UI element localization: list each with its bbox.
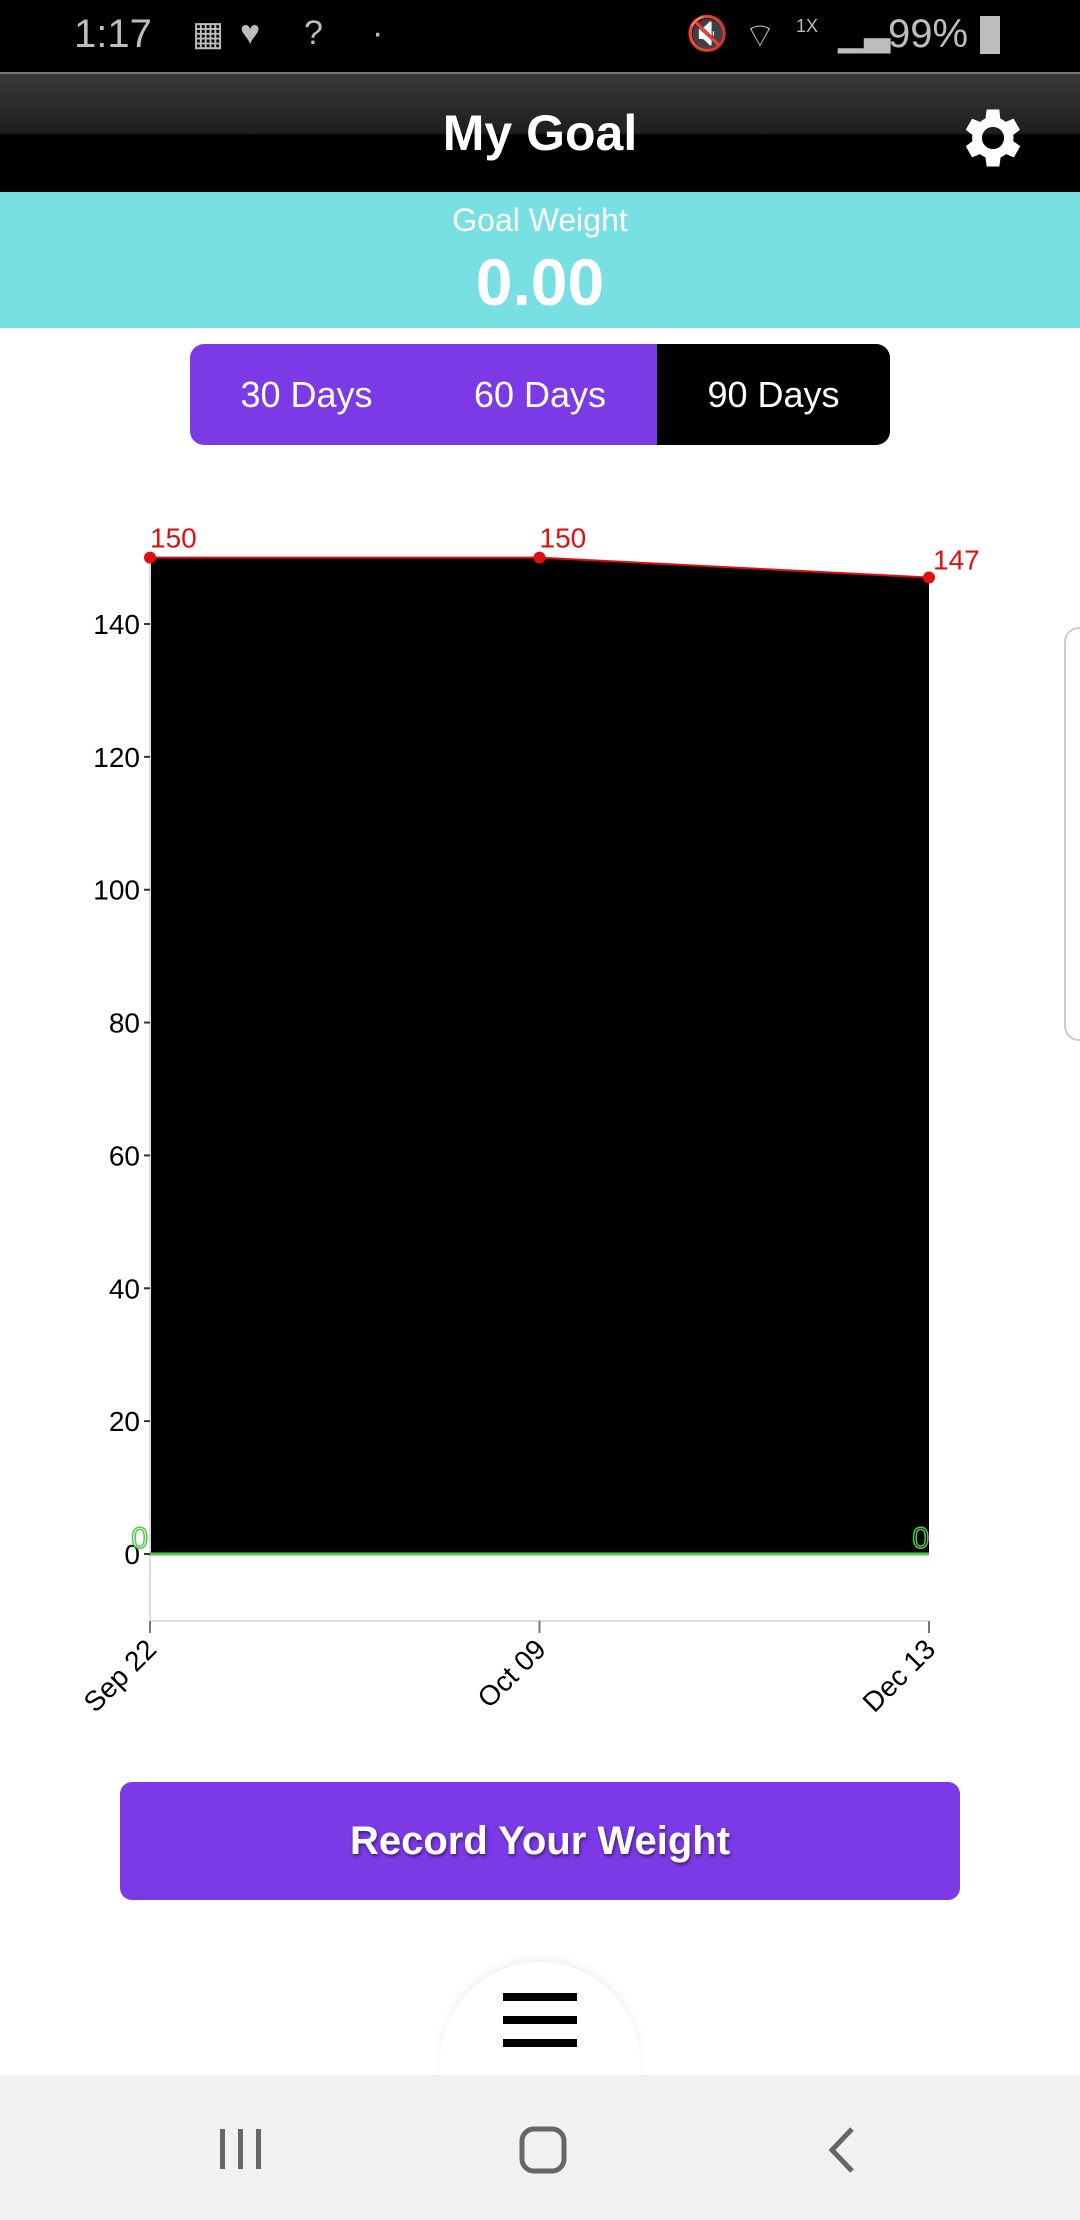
system-nav-bar [0,2075,1080,2220]
goal-data-label: 0 [131,1522,148,1555]
edge-panel-handle[interactable] [1064,627,1080,1041]
y-tick-label: 80 [109,1008,140,1039]
weight-chart: 0 20 40 60 80 100 120 140 Sep 22 Oct 09 Dec 13 150 1… [78,523,980,1718]
dot-icon: · [372,14,384,52]
wifi-icon: ⌔ [744,17,776,55]
y-tick-label: 140 [93,609,140,640]
tab-90-days[interactable]: 90 Days [657,344,890,445]
range-selector: 30 Days 60 Days 90 Days [190,344,890,445]
y-tick-label: 60 [109,1140,140,1171]
tab-30-days[interactable]: 30 Days [190,344,423,445]
back-icon[interactable] [826,2125,860,2175]
battery-icon [980,16,1000,54]
goal-weight-panel: Goal Weight 0.00 [0,192,1080,328]
app-notification-icon: ▦ [192,15,225,53]
status-time: 1:17 [74,12,152,56]
page-title: My Goal [442,105,638,161]
signal-icon: ▁▃ [838,15,891,53]
heart-icon: ♥ [240,14,261,52]
x-tick-label: Dec 13 [857,1633,942,1718]
goal-weight-value: 0.00 [475,245,605,319]
app-bar: My Goal [0,72,1080,192]
sim-icon: ? [304,14,323,52]
data-label: 150 [540,523,587,554]
goal-data-label: 0 [912,1522,929,1555]
mute-icon: 🔇 [686,15,729,53]
tab-60-days[interactable]: 60 Days [423,344,657,445]
weight-area [150,557,929,1554]
data-label: 147 [933,545,980,576]
battery-level: 99% [888,12,969,56]
goal-weight-label: Goal Weight [452,202,628,238]
x-tick-label: Sep 22 [78,1633,163,1718]
x-tick-label: Oct 09 [471,1633,551,1713]
home-icon[interactable] [518,2125,568,2175]
status-bar: 1:17 ▦ ♥ ? · 🔇 ⌔ 1X ▁▃ 99% [0,0,1080,72]
y-tick-label: 20 [109,1406,140,1437]
hamburger-icon[interactable] [503,1993,577,2047]
record-weight-button[interactable]: Record Your Weight [120,1782,960,1900]
y-tick-label: 40 [109,1273,140,1304]
y-tick-label: 100 [93,875,140,906]
recent-apps-icon[interactable] [218,2127,264,2171]
y-tick-label: 120 [93,742,140,773]
gear-icon[interactable] [955,100,1031,176]
data-label: 150 [150,523,197,554]
network-type: 1X [796,16,819,36]
